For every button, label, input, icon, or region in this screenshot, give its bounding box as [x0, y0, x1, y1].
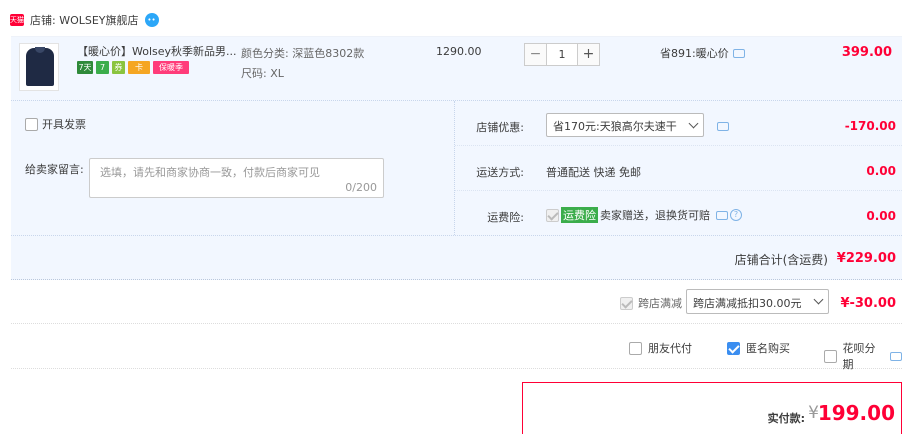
shop-header: 天猫 店铺: WOLSEY旗舰店 ••	[10, 10, 159, 30]
coupon-row: 店铺优惠: 省170元:天狼高尔夫速干 -170.00	[455, 101, 902, 146]
tag-seven-icon: 7	[96, 61, 109, 74]
chevron-down-icon	[813, 294, 824, 305]
coupon-select[interactable]: 省170元:天狼高尔夫速干	[546, 113, 704, 137]
shipping-amount: 0.00	[866, 164, 896, 178]
product-title-link[interactable]: 【暖心价】Wolsey秋季新品男...	[77, 43, 237, 59]
anonymous-label: 匿名购买	[746, 342, 790, 355]
decrease-button[interactable]: −	[524, 43, 547, 66]
tmall-icon: 天猫	[10, 14, 24, 26]
cross-store-select[interactable]: 跨店满减抵扣30.00元	[686, 289, 829, 314]
shipping-label: 运送方式:	[476, 166, 524, 179]
discount-info: 省891:暖心价	[660, 45, 745, 61]
tag-card-icon: 卡	[128, 61, 150, 74]
shop-total-amount: ¥229.00	[836, 251, 896, 266]
anonymous-checkbox[interactable]	[727, 341, 740, 355]
discount-text: 省891:暖心价	[660, 47, 729, 60]
friend-pay-label: 朋友代付	[648, 342, 692, 355]
tag-7day-icon: 7天	[77, 61, 93, 74]
huabei-checkbox[interactable]	[824, 349, 837, 363]
increase-button[interactable]: +	[577, 43, 600, 66]
seller-message-input[interactable]: 选填，请先和商家协商一致，付款后商家可见 0/200	[89, 158, 384, 198]
product-thumbnail[interactable]	[19, 43, 59, 91]
buyer-options: 开具发票 给卖家留言: 选填，请先和商家协商一致，付款后商家可见 0/200	[11, 101, 455, 235]
payment-options-row: 朋友代付 匿名购买 花呗分期	[11, 325, 902, 372]
unit-price: 1290.00	[436, 45, 482, 58]
cross-store-label: 跨店满减	[638, 297, 682, 310]
shipping-row: 运送方式: 普通配送 快递 免邮 0.00	[455, 146, 902, 191]
tag-coupon-icon: 券	[112, 61, 125, 74]
message-char-count: 0/200	[345, 181, 377, 194]
huabei-option[interactable]: 花呗分期	[824, 340, 902, 372]
chat-bubble-icon[interactable]: ••	[144, 13, 159, 27]
order-options-panel: 开具发票 给卖家留言: 选填，请先和商家协商一致，付款后商家可见 0/200 店…	[11, 100, 902, 280]
insurance-value: 运费险 卖家赠送，退换货可赔 ?	[546, 207, 742, 223]
shipping-method: 普通配送 快递 免邮	[546, 166, 641, 179]
huabei-label: 花呗分期	[842, 342, 876, 371]
quantity-stepper: − 1 +	[524, 43, 600, 66]
cross-store-checkbox	[620, 296, 633, 310]
product-tags: 7天 7 券 卡 保暖季	[77, 61, 189, 74]
final-payment-box: 实付款: ¥ 199.00	[522, 382, 902, 434]
friend-pay-option[interactable]: 朋友代付	[629, 340, 692, 356]
shop-total-label: 店铺合计(含运费)	[734, 253, 828, 267]
coupon-selected-value: 省170元:天狼高尔夫速干	[553, 120, 677, 133]
coupon-label: 店铺优惠:	[476, 121, 524, 134]
chevron-down-icon	[688, 118, 699, 129]
insurance-label: 运费险:	[487, 211, 524, 224]
friend-pay-checkbox[interactable]	[629, 341, 642, 355]
comment-icon[interactable]	[717, 122, 729, 131]
anonymous-option[interactable]: 匿名购买	[727, 340, 790, 356]
final-payment-label: 实付款:	[767, 412, 805, 425]
quantity-input[interactable]: 1	[547, 43, 577, 66]
item-total: 399.00	[841, 45, 892, 60]
comment-icon[interactable]	[716, 210, 728, 220]
help-icon[interactable]: ?	[730, 209, 742, 221]
shop-name-link[interactable]: 店铺: WOLSEY旗舰店	[30, 12, 139, 28]
cross-store-discount-row: 跨店满减 跨店满减抵扣30.00元 ¥-30.00	[11, 282, 902, 324]
insurance-badge: 运费险	[561, 207, 598, 223]
final-payment-amount: 199.00	[817, 401, 895, 425]
tag-warm-season-icon: 保暖季	[153, 61, 189, 74]
coupon-amount: -170.00	[844, 119, 896, 133]
comment-icon[interactable]	[890, 351, 902, 361]
comment-icon[interactable]	[732, 48, 745, 58]
invoice-label: 开具发票	[42, 118, 86, 131]
product-size: 尺码: XL	[241, 67, 284, 80]
shop-total-row: 店铺合计(含运费) ¥229.00	[11, 235, 902, 281]
message-placeholder: 选填，请先和商家协商一致，付款后商家可见	[100, 166, 320, 179]
insurance-amount: 0.00	[866, 209, 896, 223]
invoice-checkbox[interactable]	[25, 117, 38, 131]
insurance-row: 运费险: 运费险 卖家赠送，退换货可赔 ? 0.00	[455, 191, 902, 236]
invoice-option[interactable]: 开具发票	[25, 116, 86, 132]
insurance-checkbox	[546, 208, 559, 222]
insurance-text: 卖家赠送，退换货可赔	[600, 209, 710, 222]
product-color: 颜色分类: 深蓝色8302款	[241, 47, 365, 60]
message-label: 给卖家留言:	[25, 163, 84, 176]
cross-store-selected-value: 跨店满减抵扣30.00元	[693, 297, 802, 310]
cross-store-option: 跨店满减	[620, 295, 682, 311]
order-item-row: 【暖心价】Wolsey秋季新品男... 7天 7 券 卡 保暖季 颜色分类: 深…	[11, 36, 902, 100]
cross-store-amount: ¥-30.00	[840, 296, 896, 311]
